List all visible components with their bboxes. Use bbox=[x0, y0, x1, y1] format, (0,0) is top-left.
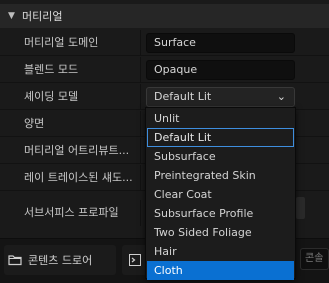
combo-value: Opaque bbox=[154, 63, 198, 76]
asset-picker-button[interactable] bbox=[296, 197, 305, 219]
property-row-blend-mode: 블렌드 모드 Opaque bbox=[0, 57, 329, 83]
property-label: 셰이딩 모델 bbox=[24, 90, 79, 103]
property-label: 머티리얼 어트리뷰트... bbox=[24, 144, 130, 157]
option-clear-coat[interactable]: Clear Coat bbox=[147, 185, 294, 204]
property-row-material-domain: 머티리얼 도메인 Surface bbox=[0, 30, 329, 56]
column-divider[interactable] bbox=[140, 111, 141, 137]
column-divider[interactable] bbox=[140, 165, 141, 191]
material-domain-combo[interactable]: Surface bbox=[146, 33, 295, 53]
collapse-arrow-icon[interactable]: ▼ bbox=[8, 11, 20, 21]
column-divider[interactable] bbox=[140, 30, 141, 56]
option-two-sided-foliage[interactable]: Two Sided Foliage bbox=[147, 223, 294, 242]
option-subsurface[interactable]: Subsurface bbox=[147, 147, 294, 166]
option-unlit[interactable]: Unlit bbox=[147, 109, 294, 128]
console-input[interactable]: 콘솔 bbox=[300, 248, 329, 270]
option-hair[interactable]: Hair bbox=[147, 242, 294, 261]
combo-value: Surface bbox=[154, 36, 196, 49]
terminal-icon bbox=[129, 251, 141, 270]
content-drawer-label: 콘텐츠 드로어 bbox=[28, 254, 93, 267]
shading-model-dropdown: Unlit Default Lit Subsurface Preintegrat… bbox=[145, 107, 296, 280]
option-subsurface-profile[interactable]: Subsurface Profile bbox=[147, 204, 294, 223]
folder-icon bbox=[8, 251, 22, 270]
option-default-lit[interactable]: Default Lit bbox=[147, 128, 294, 147]
chevron-down-icon: ⌄ bbox=[276, 90, 286, 103]
column-divider[interactable] bbox=[140, 138, 141, 164]
option-cloth[interactable]: Cloth bbox=[147, 261, 294, 280]
combo-value: Default Lit bbox=[154, 90, 212, 103]
column-divider[interactable] bbox=[140, 57, 141, 83]
property-label: 머티리얼 도메인 bbox=[24, 36, 99, 49]
property-label: 레이 트레이스된 섀도... bbox=[24, 171, 133, 184]
column-divider[interactable] bbox=[140, 84, 141, 110]
blend-mode-combo[interactable]: Opaque bbox=[146, 60, 295, 80]
property-label: 양면 bbox=[24, 117, 45, 130]
console-placeholder: 콘솔 bbox=[305, 253, 324, 264]
property-label: 블렌드 모드 bbox=[24, 63, 79, 76]
section-title: 머티리얼 bbox=[22, 10, 63, 23]
column-divider[interactable] bbox=[140, 200, 141, 226]
option-preintegrated-skin[interactable]: Preintegrated Skin bbox=[147, 166, 294, 185]
section-header-material[interactable]: ▼ 머티리얼 bbox=[0, 4, 329, 28]
property-label: 서브서피스 프로파일 bbox=[24, 206, 119, 219]
content-drawer-button[interactable]: 콘텐츠 드로어 bbox=[4, 245, 116, 275]
shading-model-combo[interactable]: Default Lit ⌄ bbox=[146, 87, 295, 107]
